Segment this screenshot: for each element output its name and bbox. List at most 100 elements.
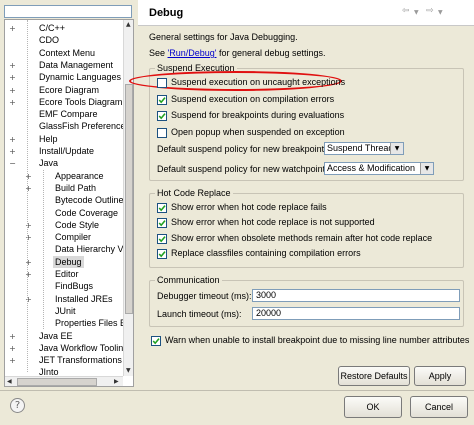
tree-item-label: Code Coverage (55, 207, 119, 218)
run-debug-link[interactable]: 'Run/Debug' (168, 48, 217, 58)
hcr-option-checkbox[interactable] (157, 233, 167, 244)
suspend-option-checkbox-label: Suspend execution on uncaught exceptions (171, 77, 346, 87)
watchpoint-policy-select[interactable]: Access & Modification ▼ (324, 162, 434, 175)
tree-item[interactable]: + Compiler (5, 231, 123, 243)
suspend-option-checkbox[interactable] (157, 78, 167, 88)
checkmark-icon (158, 113, 166, 120)
tree-vertical-scrollbar[interactable]: ▲ ▼ (123, 20, 133, 376)
tree-item[interactable]: GlassFish Preferences (5, 120, 130, 132)
restore-defaults-button[interactable]: Restore Defaults (338, 366, 410, 386)
expand-icon[interactable]: + (9, 61, 16, 69)
collapse-icon[interactable]: − (9, 160, 16, 168)
tree-item-label: Install/Update (39, 146, 95, 156)
scroll-left-icon[interactable]: ◀ (7, 378, 12, 386)
scroll-up-icon[interactable]: ▲ (126, 21, 131, 29)
see-prefix: See (149, 48, 168, 58)
tree-item[interactable]: Bytecode Outline (5, 194, 124, 206)
tree-item[interactable]: JUnit (5, 305, 123, 317)
preference-tree[interactable]: + C/C++ CDO Context Menu + Data Management + Dy… (4, 19, 134, 387)
tree-item-label: Code Style (55, 219, 100, 230)
tree-item-label: Help (39, 133, 58, 144)
tree-vertical-scroll-thumb[interactable] (125, 84, 133, 314)
tree-item-label: C/C++ (39, 23, 66, 33)
ok-button[interactable]: OK (344, 396, 402, 418)
tree-item-label: Bytecode Outline (55, 195, 124, 206)
tree-item[interactable]: + Install/Update (5, 145, 123, 157)
checkmark-icon (152, 338, 160, 345)
tree-item[interactable]: + JET Transformations (5, 354, 123, 366)
tree-connector-line (27, 20, 28, 372)
watchpoint-policy-value: Access & Modification (327, 163, 416, 173)
expand-icon[interactable]: + (9, 98, 16, 106)
scroll-right-icon[interactable]: ▶ (114, 378, 119, 386)
tree-item[interactable]: + Appearance (5, 170, 123, 182)
tree-item-label: GlassFish Preferences (39, 121, 131, 132)
debugger-timeout-field[interactable]: 3000 (252, 289, 460, 302)
warn-missing-line-numbers-checkbox[interactable] (151, 336, 161, 346)
breakpoint-policy-select[interactable]: Suspend Thread ▼ (324, 142, 404, 155)
hcr-option-checkbox[interactable] (157, 203, 167, 213)
tree-horizontal-scroll-thumb[interactable] (17, 378, 97, 386)
tree-item[interactable]: EMF Compare (5, 108, 123, 120)
launch-timeout-field[interactable]: 20000 (252, 307, 460, 320)
tree-item[interactable]: + Code Style (5, 219, 123, 231)
suspend-option-checkbox[interactable] (157, 94, 167, 105)
expand-icon[interactable]: + (9, 135, 16, 143)
suspend-option-checkbox[interactable] (157, 128, 167, 139)
tree-item[interactable]: + Java Workflow Tooling (5, 342, 128, 354)
hcr-option-checkbox[interactable] (157, 218, 167, 229)
tree-item[interactable]: Context Menu (5, 47, 123, 59)
tree-item-label: Compiler (55, 232, 92, 243)
tree-item[interactable]: + Editor (5, 268, 123, 280)
tree-item[interactable]: + Java EE (5, 330, 123, 342)
cancel-button[interactable]: Cancel (410, 396, 468, 418)
suspend-option-checkbox-label: Suspend execution on compilation errors (171, 93, 335, 104)
tree-item[interactable]: + Data Management (5, 59, 123, 71)
tree-item[interactable]: Properties Files Ed (5, 317, 131, 329)
expand-icon[interactable]: + (9, 74, 16, 82)
tree-item-label: Java (39, 158, 59, 169)
tree-item-label: Debug (53, 255, 84, 268)
hcr-option-checkbox-label: Show error when hot code replace fails (171, 202, 327, 212)
tree-item-label: Context Menu (39, 47, 96, 58)
forward-arrow-icon[interactable]: ⇨ (426, 6, 434, 16)
help-icon[interactable]: ? (10, 398, 25, 413)
expand-icon[interactable]: + (9, 357, 16, 365)
tree-item[interactable]: + Ecore Diagram (5, 84, 123, 96)
tree-item[interactable]: FindBugs (5, 280, 123, 292)
back-menu-chevron-down-icon[interactable]: ▼ (414, 9, 419, 16)
warn-missing-line-numbers-checkbox-label: Warn when unable to install breakpoint d… (165, 335, 470, 345)
tree-item[interactable]: + Installed JREs (5, 293, 123, 305)
apply-button[interactable]: Apply (414, 366, 466, 386)
hcr-option-checkbox[interactable] (157, 248, 167, 259)
tree-item[interactable]: + Dynamic Languages (5, 71, 123, 83)
suspend-option-checkbox[interactable] (157, 111, 167, 122)
tree-item[interactable]: + Debug (5, 255, 123, 268)
tree-item[interactable]: Data Hierarchy Vie (5, 243, 130, 255)
forward-menu-chevron-down-icon[interactable]: ▼ (438, 9, 443, 16)
footer-separator (0, 390, 474, 391)
tree-item-label: Data Management (39, 59, 114, 70)
tree-item-label: Build Path (55, 182, 97, 193)
filter-input[interactable] (4, 5, 132, 18)
tree-horizontal-scrollbar[interactable]: ◀ ▶ (5, 376, 123, 386)
expand-icon[interactable]: + (9, 86, 16, 94)
tree-item-label: Dynamic Languages (39, 72, 122, 83)
tree-item[interactable]: + C/C++ (5, 22, 123, 34)
tree-item[interactable]: − Java (5, 157, 123, 169)
hcr-option-checkbox-label: Replace classfiles containing compilatio… (171, 247, 361, 258)
tree-item-label: Java Workflow Tooling (39, 342, 129, 353)
expand-icon[interactable]: + (9, 25, 16, 33)
back-arrow-icon[interactable]: ⇦ (402, 6, 410, 16)
tree-item[interactable]: Code Coverage (5, 207, 123, 219)
tree-item[interactable]: + Ecore Tools Diagram (5, 96, 123, 108)
breakpoint-policy-label: Default suspend policy for new breakpoin… (157, 144, 332, 154)
expand-icon[interactable]: + (9, 148, 16, 156)
tree-item[interactable]: + Help (5, 133, 123, 145)
expand-icon[interactable]: + (9, 332, 16, 340)
scroll-down-icon[interactable]: ▼ (126, 367, 131, 375)
page-header (138, 0, 474, 26)
expand-icon[interactable]: + (9, 344, 16, 352)
tree-item[interactable]: CDO (5, 34, 123, 46)
tree-item[interactable]: + Build Path (5, 182, 123, 194)
